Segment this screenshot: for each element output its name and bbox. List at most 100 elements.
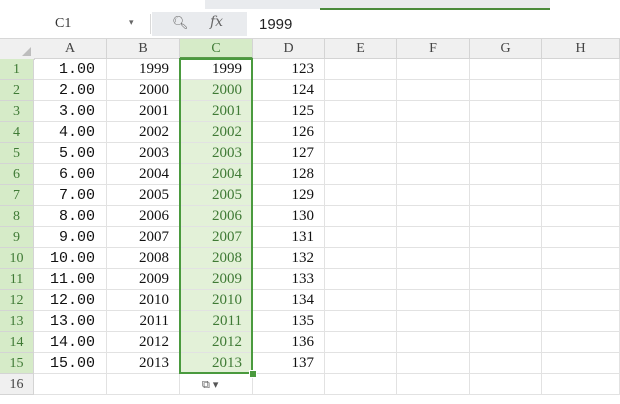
cell-e3[interactable]: [325, 101, 397, 122]
cell-e12[interactable]: [325, 290, 397, 311]
cell-h4[interactable]: [542, 122, 620, 143]
cell-c3[interactable]: 2001: [180, 101, 253, 122]
cell-h1[interactable]: [542, 59, 620, 80]
cell-g12[interactable]: [470, 290, 542, 311]
cell-e1[interactable]: [325, 59, 397, 80]
fill-handle[interactable]: [249, 370, 257, 378]
cell-g4[interactable]: [470, 122, 542, 143]
cell-d9[interactable]: 131: [253, 227, 325, 248]
row-header-13[interactable]: 13: [0, 311, 34, 332]
cell-e16[interactable]: [325, 374, 397, 395]
cell-g13[interactable]: [470, 311, 542, 332]
cell-e7[interactable]: [325, 185, 397, 206]
cell-d10[interactable]: 132: [253, 248, 325, 269]
cell-a15[interactable]: 15.00: [34, 353, 107, 374]
row-header-9[interactable]: 9: [0, 227, 34, 248]
cell-d4[interactable]: 126: [253, 122, 325, 143]
cell-g9[interactable]: [470, 227, 542, 248]
column-header-d[interactable]: D: [253, 39, 325, 59]
cell-e2[interactable]: [325, 80, 397, 101]
cell-d6[interactable]: 128: [253, 164, 325, 185]
cell-g2[interactable]: [470, 80, 542, 101]
cell-a1[interactable]: 1.00: [34, 59, 107, 80]
cell-g3[interactable]: [470, 101, 542, 122]
cell-f15[interactable]: [397, 353, 470, 374]
cell-f12[interactable]: [397, 290, 470, 311]
cell-e10[interactable]: [325, 248, 397, 269]
cell-c15[interactable]: 2013: [180, 353, 253, 374]
cell-h12[interactable]: [542, 290, 620, 311]
cell-a2[interactable]: 2.00: [34, 80, 107, 101]
cell-g10[interactable]: [470, 248, 542, 269]
cell-e6[interactable]: [325, 164, 397, 185]
cell-a3[interactable]: 3.00: [34, 101, 107, 122]
cell-a14[interactable]: 14.00: [34, 332, 107, 353]
cell-c7[interactable]: 2005: [180, 185, 253, 206]
cell-h13[interactable]: [542, 311, 620, 332]
cell-f11[interactable]: [397, 269, 470, 290]
cell-b11[interactable]: 2009: [107, 269, 180, 290]
cell-a8[interactable]: 8.00: [34, 206, 107, 227]
select-all-corner[interactable]: [0, 39, 35, 60]
cell-h10[interactable]: [542, 248, 620, 269]
chevron-down-icon[interactable]: ▾: [129, 17, 134, 28]
cell-h7[interactable]: [542, 185, 620, 206]
cell-b14[interactable]: 2012: [107, 332, 180, 353]
cell-f7[interactable]: [397, 185, 470, 206]
cell-d15[interactable]: 137: [253, 353, 325, 374]
row-header-14[interactable]: 14: [0, 332, 34, 353]
cell-e11[interactable]: [325, 269, 397, 290]
cell-c13[interactable]: 2011: [180, 311, 253, 332]
cell-h8[interactable]: [542, 206, 620, 227]
cell-h16[interactable]: [542, 374, 620, 395]
cell-b1[interactable]: 1999: [107, 59, 180, 80]
cell-f3[interactable]: [397, 101, 470, 122]
cell-e15[interactable]: [325, 353, 397, 374]
cell-h9[interactable]: [542, 227, 620, 248]
cell-b16[interactable]: [107, 374, 180, 395]
cell-c10[interactable]: 2008: [180, 248, 253, 269]
cell-a7[interactable]: 7.00: [34, 185, 107, 206]
cell-f1[interactable]: [397, 59, 470, 80]
row-header-6[interactable]: 6: [0, 164, 34, 185]
column-header-f[interactable]: F: [397, 39, 470, 59]
cell-h15[interactable]: [542, 353, 620, 374]
row-header-4[interactable]: 4: [0, 122, 34, 143]
cell-b3[interactable]: 2001: [107, 101, 180, 122]
cell-f8[interactable]: [397, 206, 470, 227]
cell-f14[interactable]: [397, 332, 470, 353]
cell-a9[interactable]: 9.00: [34, 227, 107, 248]
cell-d11[interactable]: 133: [253, 269, 325, 290]
cell-d13[interactable]: 135: [253, 311, 325, 332]
row-header-2[interactable]: 2: [0, 80, 34, 101]
cell-g5[interactable]: [470, 143, 542, 164]
cell-e14[interactable]: [325, 332, 397, 353]
cell-f2[interactable]: [397, 80, 470, 101]
row-header-3[interactable]: 3: [0, 101, 34, 122]
cell-d8[interactable]: 130: [253, 206, 325, 227]
formula-input[interactable]: 1999: [259, 16, 292, 33]
cell-c12[interactable]: 2010: [180, 290, 253, 311]
cell-g7[interactable]: [470, 185, 542, 206]
cell-b8[interactable]: 2006: [107, 206, 180, 227]
cell-g16[interactable]: [470, 374, 542, 395]
cell-f9[interactable]: [397, 227, 470, 248]
cell-f4[interactable]: [397, 122, 470, 143]
column-header-c[interactable]: C: [180, 39, 253, 59]
cell-e5[interactable]: [325, 143, 397, 164]
cell-f5[interactable]: [397, 143, 470, 164]
cell-h6[interactable]: [542, 164, 620, 185]
cell-b7[interactable]: 2005: [107, 185, 180, 206]
cell-e4[interactable]: [325, 122, 397, 143]
cell-g11[interactable]: [470, 269, 542, 290]
row-header-8[interactable]: 8: [0, 206, 34, 227]
cell-a16[interactable]: [34, 374, 107, 395]
cell-a4[interactable]: 4.00: [34, 122, 107, 143]
row-header-12[interactable]: 12: [0, 290, 34, 311]
cell-c8[interactable]: 2006: [180, 206, 253, 227]
cell-h11[interactable]: [542, 269, 620, 290]
cell-e13[interactable]: [325, 311, 397, 332]
magnifier-icon[interactable]: 🔍︎: [172, 15, 189, 31]
row-header-15[interactable]: 15: [0, 353, 34, 374]
cell-d14[interactable]: 136: [253, 332, 325, 353]
